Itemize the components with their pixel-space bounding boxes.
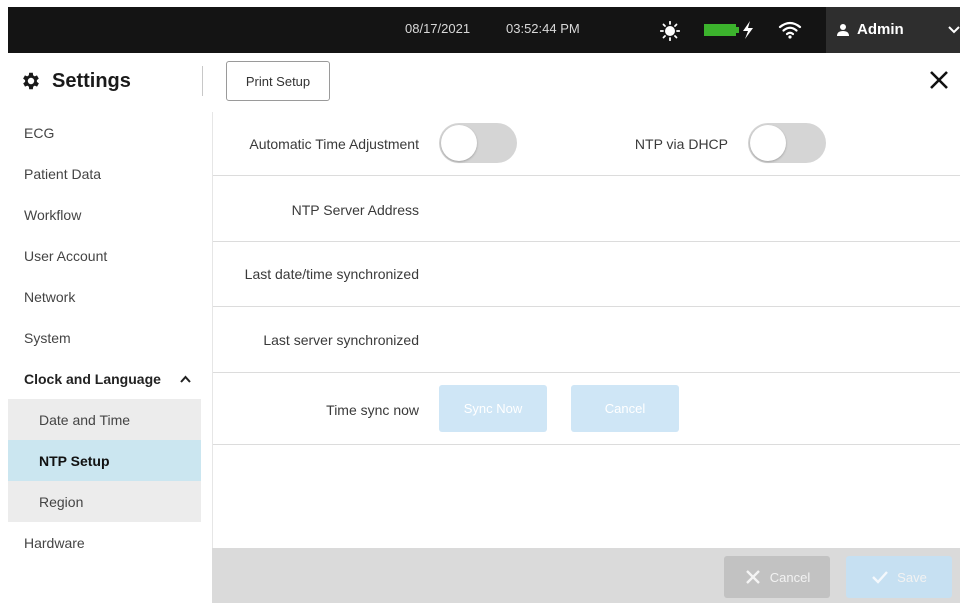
settings-sidebar: ECG Patient Data Workflow User Account N… [8,112,201,603]
sidebar-item-clock-and-language[interactable]: Clock and Language [8,358,201,399]
gear-icon [23,72,39,90]
sidebar-item-label: System [24,329,71,346]
sidebar-item-hardware[interactable]: Hardware [8,522,201,563]
settings-row-server-address: NTP Server Address [213,176,960,242]
sidebar-item-label: Date and Time [39,411,131,428]
sidebar-item-label: Region [39,493,84,510]
cancel-label: Cancel [769,569,811,585]
save-label: Save [897,569,927,585]
status-time: 03:52:44 PM [506,21,580,36]
footer-bar: Cancel Save [212,548,960,603]
sidebar-item-network[interactable]: Network [8,276,201,317]
ntp-setup-panel: Automatic Time Adjustment NTP via DHCP N… [212,112,960,548]
sidebar-item-user-account[interactable]: User Account [8,235,201,276]
last-datetime-synchronized-label: Last date/time synchronized [244,266,419,282]
time-sync-now-label: Time sync now [326,402,419,418]
charging-bolt-icon [743,21,753,39]
ntp-via-dhcp-label: NTP via DHCP [634,136,728,152]
close-icon[interactable] [928,69,950,91]
sidebar-item-patient-data[interactable]: Patient Data [8,153,201,194]
sun-icon [660,21,680,41]
page-title: Settings [52,70,131,92]
cancel-button[interactable]: Cancel [724,556,830,598]
automatic-time-adjustment-toggle[interactable] [439,123,517,163]
sidebar-item-workflow[interactable]: Workflow [8,194,201,235]
sidebar-item-label: NTP Setup [39,452,110,469]
chevron-up-icon [180,375,191,383]
sidebar-item-label: Clock and Language [24,370,161,387]
settings-row-toggles: Automatic Time Adjustment NTP via DHCP [213,112,960,176]
ntp-via-dhcp-toggle[interactable] [748,123,826,163]
wifi-icon [778,21,802,39]
user-icon [837,24,849,36]
status-date: 08/17/2021 [405,21,471,36]
print-setup-button[interactable]: Print Setup [226,61,330,101]
sidebar-item-label: User Account [24,247,108,264]
ntp-server-address-label: NTP Server Address [291,202,419,218]
sidebar-item-label: Hardware [24,534,85,551]
sidebar-item-system[interactable]: System [8,317,201,358]
settings-row-time-sync: Time sync now Sync Now Cancel [213,373,960,445]
sidebar-item-region[interactable]: Region [8,481,201,522]
sidebar-item-label: Patient Data [24,165,102,182]
toggle-knob [750,125,786,161]
sidebar-item-label: ECG [24,124,55,141]
header-divider [202,66,203,96]
sidebar-item-ntp-setup[interactable]: NTP Setup [8,440,201,481]
close-icon [745,570,760,584]
sync-cancel-button[interactable]: Cancel [571,385,679,432]
automatic-time-adjustment-label: Automatic Time Adjustment [249,136,419,152]
user-menu[interactable]: Admin [826,7,960,53]
save-button[interactable]: Save [846,556,952,598]
sync-now-button[interactable]: Sync Now [439,385,547,432]
check-icon [872,571,889,584]
chevron-down-icon [948,26,960,34]
last-server-synchronized-label: Last server synchronized [263,332,419,348]
settings-row-last-datetime: Last date/time synchronized [213,242,960,307]
sidebar-item-label: Network [24,288,76,305]
sidebar-item-label: Workflow [24,206,82,223]
sidebar-item-date-and-time[interactable]: Date and Time [8,399,201,440]
status-bar: 08/17/2021 03:52:44 PM Admin [8,7,960,53]
sidebar-item-ecg[interactable]: ECG [8,112,201,153]
toggle-knob [441,125,477,161]
user-name: Admin [857,21,904,38]
battery-icon [704,24,739,36]
settings-row-last-server: Last server synchronized [213,307,960,373]
